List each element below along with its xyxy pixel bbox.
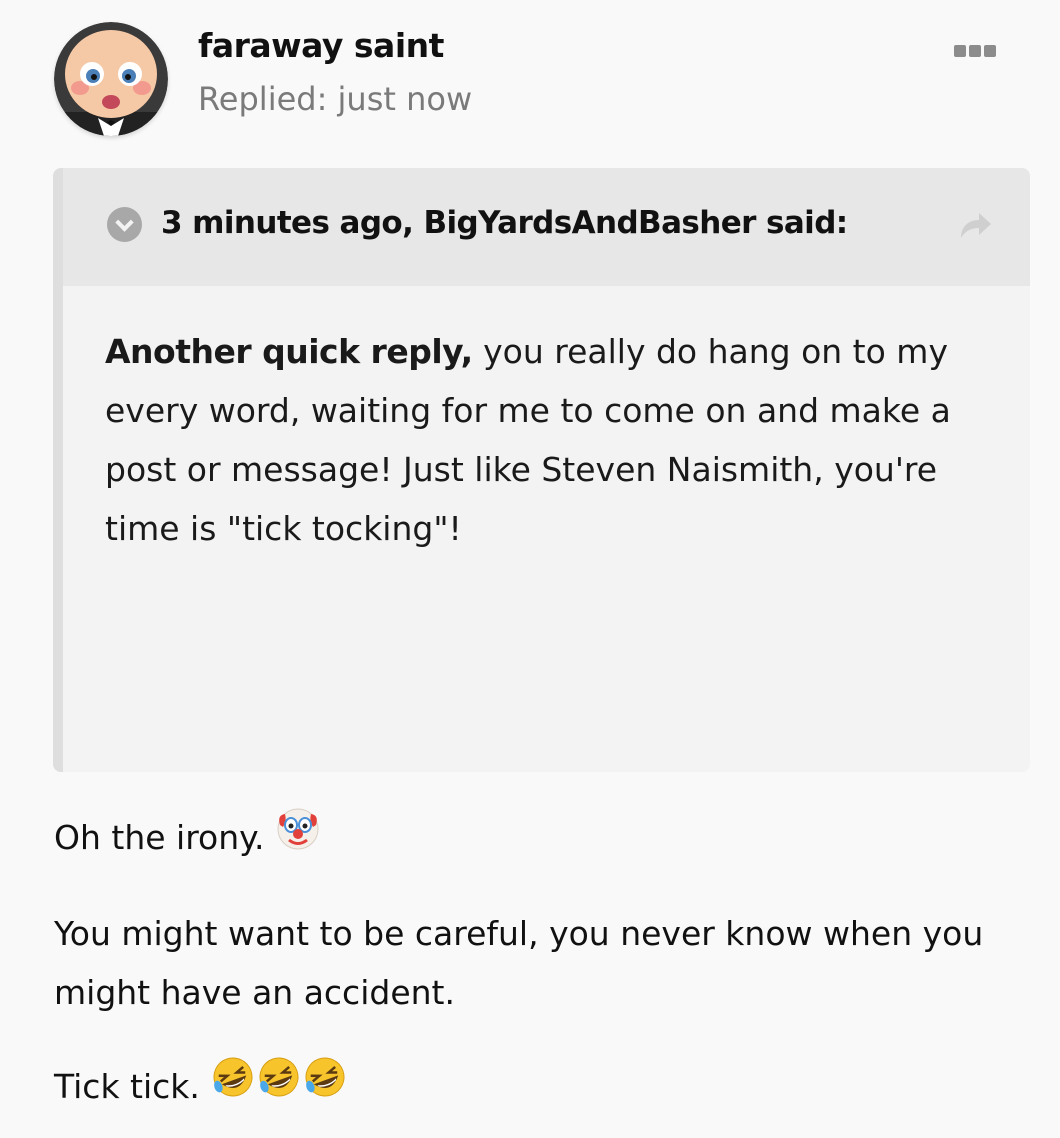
author-name[interactable]: faraway saint xyxy=(198,26,444,65)
post-paragraph: Oh the irony. xyxy=(54,808,1014,869)
forum-post: faraway saint Replied: just now 3 minute… xyxy=(0,0,1060,1138)
quote-citation[interactable]: 3 minutes ago, BigYardsAndBasher said: xyxy=(161,205,848,241)
laughing-emoji-2 xyxy=(259,1057,299,1096)
menu-dot xyxy=(954,45,966,57)
laughing-emoji-1 xyxy=(213,1057,253,1096)
quote-block: 3 minutes ago, BigYardsAndBasher said: A… xyxy=(53,168,1030,772)
post-text: Oh the irony. xyxy=(54,818,275,857)
post-paragraph: You might want to be careful, you never … xyxy=(54,914,984,1012)
quote-body: Another quick reply, you really do hang … xyxy=(105,322,985,558)
laughing-emoji-3 xyxy=(305,1057,345,1096)
quote-header: 3 minutes ago, BigYardsAndBasher said: xyxy=(63,168,1030,286)
reply-timestamp: Replied: just now xyxy=(198,80,473,118)
clown-face-emoji xyxy=(275,805,321,869)
chevron-down-circle-icon[interactable] xyxy=(107,207,142,242)
quote-body-bold: Another quick reply, xyxy=(105,332,473,371)
post-text: Tick tick. xyxy=(54,1067,211,1106)
boss-baby-avatar-icon xyxy=(54,22,168,136)
avatar[interactable] xyxy=(54,22,168,136)
ellipsis-icon[interactable] xyxy=(954,40,1000,62)
menu-dot xyxy=(969,45,981,57)
rolling-on-floor-laughing-emoji xyxy=(210,1054,348,1118)
menu-dot xyxy=(984,45,996,57)
share-arrow-icon[interactable] xyxy=(955,210,995,242)
post-paragraph: Tick tick. xyxy=(54,1057,1014,1118)
